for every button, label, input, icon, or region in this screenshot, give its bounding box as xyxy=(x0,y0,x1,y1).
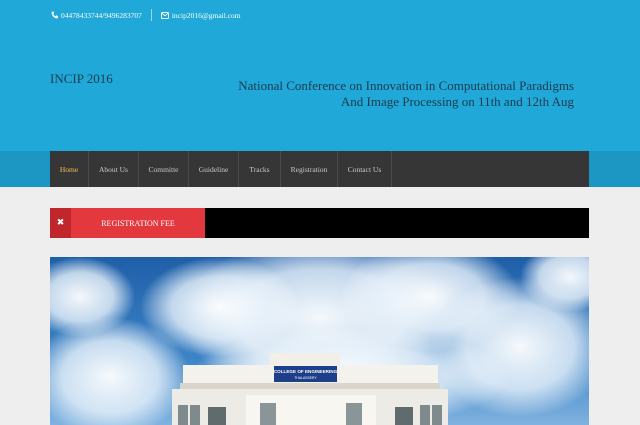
site-brand[interactable]: INCIP 2016 xyxy=(50,71,113,87)
close-icon[interactable]: ✖ xyxy=(50,208,71,238)
college-building-photo: COLLEGE OF ENGINEERING THALASSERY xyxy=(50,257,589,425)
contact-bar: 04478433744/9496283707 incip2016@gmail.c… xyxy=(50,9,241,21)
nav-tracks[interactable]: Tracks xyxy=(239,151,281,187)
tagline-line-1: National Conference on Innovation in Com… xyxy=(238,78,574,93)
nav-contact-us[interactable]: Contact Us xyxy=(338,151,392,187)
registration-notice-bar: ✖ REGISTRATION FEE xyxy=(50,208,589,238)
nav-registration[interactable]: Registration xyxy=(281,151,338,187)
site-header: 04478433744/9496283707 incip2016@gmail.c… xyxy=(0,0,640,151)
building-sign-line-1: COLLEGE OF ENGINEERING xyxy=(274,369,338,374)
registration-fee-link[interactable]: REGISTRATION FEE xyxy=(71,208,205,238)
email-contact[interactable]: incip2016@gmail.com xyxy=(161,11,241,20)
envelope-icon xyxy=(161,11,170,20)
phone-number: 04478433744/9496283707 xyxy=(61,10,142,20)
email-address[interactable]: incip2016@gmail.com xyxy=(172,11,241,20)
phone-contact: 04478433744/9496283707 xyxy=(50,11,142,20)
nav-guideline[interactable]: Guideline xyxy=(189,151,239,187)
site-tagline: National Conference on Innovation in Com… xyxy=(214,78,574,110)
building-sign-line-2: THALASSERY xyxy=(294,376,317,380)
nav-home[interactable]: Home xyxy=(50,151,89,187)
phone-icon xyxy=(50,11,59,20)
nav-about-us[interactable]: About Us xyxy=(89,151,139,187)
nav-committe[interactable]: Committe xyxy=(139,151,189,187)
main-nav: Home About Us Committe Guideline Tracks … xyxy=(50,151,589,187)
contact-divider xyxy=(150,9,152,21)
banner-image: COLLEGE OF ENGINEERING THALASSERY xyxy=(50,257,589,425)
tagline-line-2: And Image Processing on 11th and 12th Au… xyxy=(340,94,574,109)
